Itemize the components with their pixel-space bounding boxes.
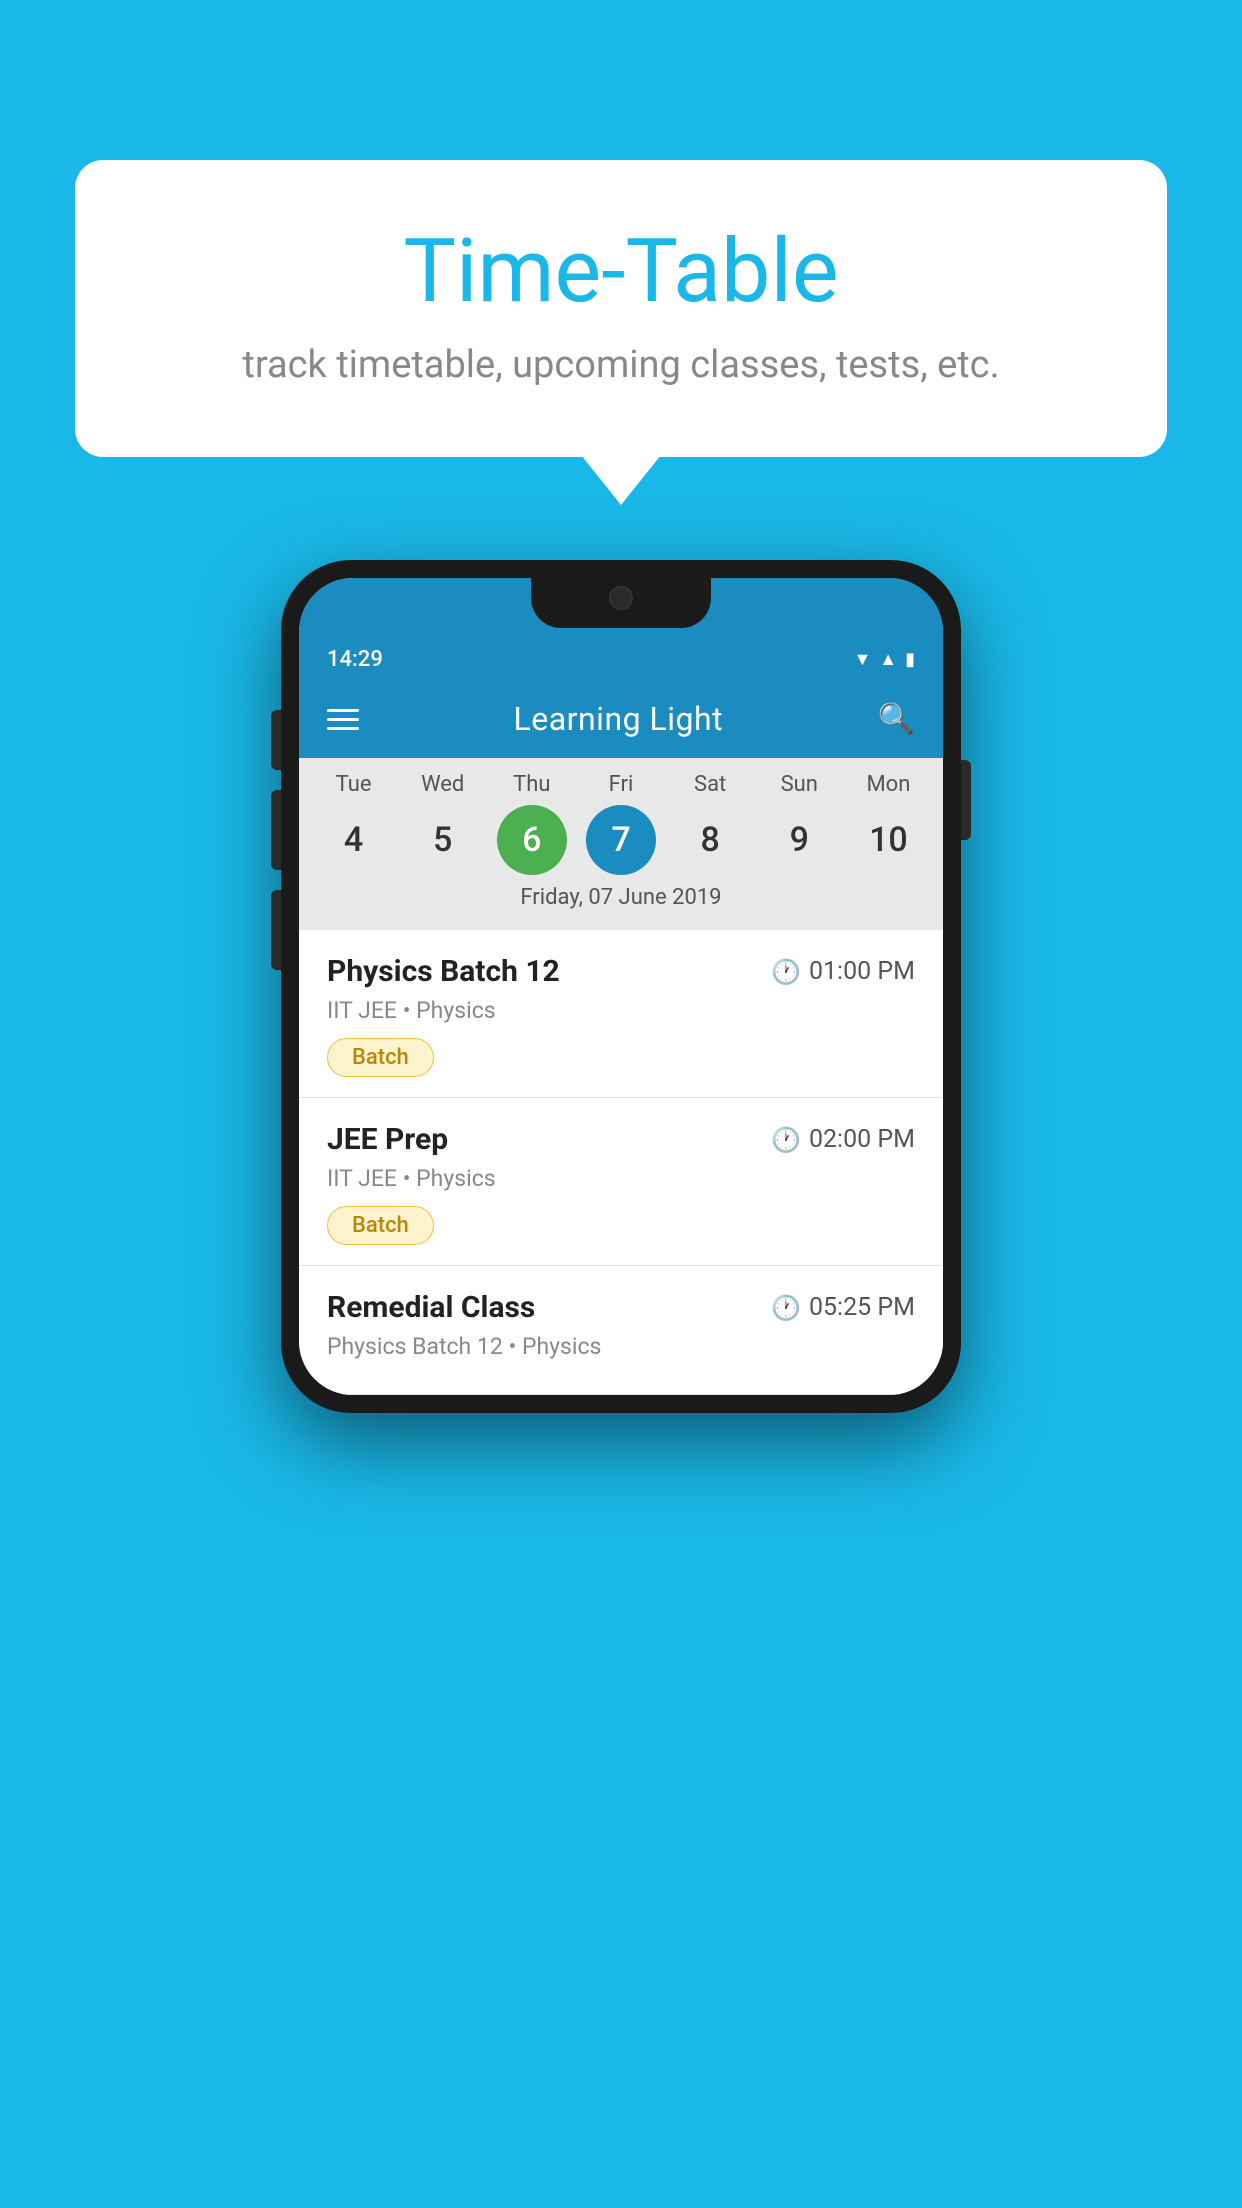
class-time-value-1: 01:00 PM bbox=[809, 957, 915, 986]
batch-badge-2: Batch bbox=[327, 1206, 434, 1245]
class-item-1[interactable]: Physics Batch 12 🕐 01:00 PM IIT JEE • Ph… bbox=[299, 930, 943, 1098]
day-header-wed: Wed bbox=[408, 772, 478, 797]
day-header-thu: Thu bbox=[497, 772, 567, 797]
day-header-fri: Fri bbox=[586, 772, 656, 797]
clock-icon-3: 🕐 bbox=[771, 1294, 801, 1322]
day-header-tue: Tue bbox=[319, 772, 389, 797]
day-8[interactable]: 8 bbox=[675, 805, 745, 875]
class-name-3: Remedial Class bbox=[327, 1290, 535, 1325]
volume-down-button bbox=[271, 890, 281, 970]
notch bbox=[531, 578, 711, 628]
class-item-3-header: Remedial Class 🕐 05:25 PM bbox=[327, 1290, 915, 1325]
batch-badge-1: Batch bbox=[327, 1038, 434, 1077]
clock-icon-1: 🕐 bbox=[771, 958, 801, 986]
class-item-1-header: Physics Batch 12 🕐 01:00 PM bbox=[327, 954, 915, 989]
hamburger-menu[interactable] bbox=[327, 709, 359, 730]
class-name-2: JEE Prep bbox=[327, 1122, 448, 1157]
day-7-selected[interactable]: 7 bbox=[586, 805, 656, 875]
day-header-mon: Mon bbox=[853, 772, 923, 797]
class-item-3[interactable]: Remedial Class 🕐 05:25 PM Physics Batch … bbox=[299, 1266, 943, 1395]
mute-button bbox=[271, 710, 281, 770]
speech-bubble: Time-Table track timetable, upcoming cla… bbox=[75, 160, 1167, 457]
day-headers: Tue Wed Thu Fri Sat Sun Mon bbox=[299, 772, 943, 797]
camera bbox=[609, 586, 633, 610]
class-time-value-3: 05:25 PM bbox=[809, 1293, 915, 1322]
phone-screen: 14:29 ▼ ▲ ▮ Learning Light 🔍 bbox=[299, 578, 943, 1395]
day-4[interactable]: 4 bbox=[319, 805, 389, 875]
app-title: Learning Light bbox=[514, 700, 724, 738]
volume-up-button bbox=[271, 790, 281, 870]
phone-mockup: 14:29 ▼ ▲ ▮ Learning Light 🔍 bbox=[281, 560, 961, 1413]
class-item-2[interactable]: JEE Prep 🕐 02:00 PM IIT JEE • Physics Ba… bbox=[299, 1098, 943, 1266]
calendar-strip: Tue Wed Thu Fri Sat Sun Mon 4 5 6 7 8 9 … bbox=[299, 758, 943, 930]
day-numbers: 4 5 6 7 8 9 10 bbox=[299, 805, 943, 875]
status-time: 14:29 bbox=[327, 647, 383, 672]
wifi-icon: ▼ bbox=[853, 649, 871, 670]
clock-icon-2: 🕐 bbox=[771, 1126, 801, 1154]
day-header-sun: Sun bbox=[764, 772, 834, 797]
day-5[interactable]: 5 bbox=[408, 805, 478, 875]
class-meta-3: Physics Batch 12 • Physics bbox=[327, 1333, 915, 1360]
class-item-2-header: JEE Prep 🕐 02:00 PM bbox=[327, 1122, 915, 1157]
bubble-title: Time-Table bbox=[155, 220, 1087, 323]
search-button[interactable]: 🔍 bbox=[878, 702, 915, 737]
class-time-value-2: 02:00 PM bbox=[809, 1125, 915, 1154]
class-time-1: 🕐 01:00 PM bbox=[771, 957, 915, 986]
day-header-sat: Sat bbox=[675, 772, 745, 797]
selected-date-label: Friday, 07 June 2019 bbox=[299, 875, 943, 924]
class-meta-2: IIT JEE • Physics bbox=[327, 1165, 915, 1192]
status-bar: 14:29 ▼ ▲ ▮ bbox=[299, 628, 943, 680]
class-time-2: 🕐 02:00 PM bbox=[771, 1125, 915, 1154]
day-9[interactable]: 9 bbox=[764, 805, 834, 875]
battery-icon: ▮ bbox=[905, 649, 915, 670]
class-list: Physics Batch 12 🕐 01:00 PM IIT JEE • Ph… bbox=[299, 930, 943, 1395]
class-meta-1: IIT JEE • Physics bbox=[327, 997, 915, 1024]
day-10[interactable]: 10 bbox=[853, 805, 923, 875]
class-time-3: 🕐 05:25 PM bbox=[771, 1293, 915, 1322]
bubble-subtitle: track timetable, upcoming classes, tests… bbox=[155, 343, 1087, 387]
power-button bbox=[961, 760, 971, 840]
status-icons: ▼ ▲ ▮ bbox=[853, 649, 915, 670]
class-name-1: Physics Batch 12 bbox=[327, 954, 560, 989]
day-6-today[interactable]: 6 bbox=[497, 805, 567, 875]
signal-icon: ▲ bbox=[879, 649, 897, 670]
app-bar: Learning Light 🔍 bbox=[299, 680, 943, 758]
phone-outer: 14:29 ▼ ▲ ▮ Learning Light 🔍 bbox=[281, 560, 961, 1413]
